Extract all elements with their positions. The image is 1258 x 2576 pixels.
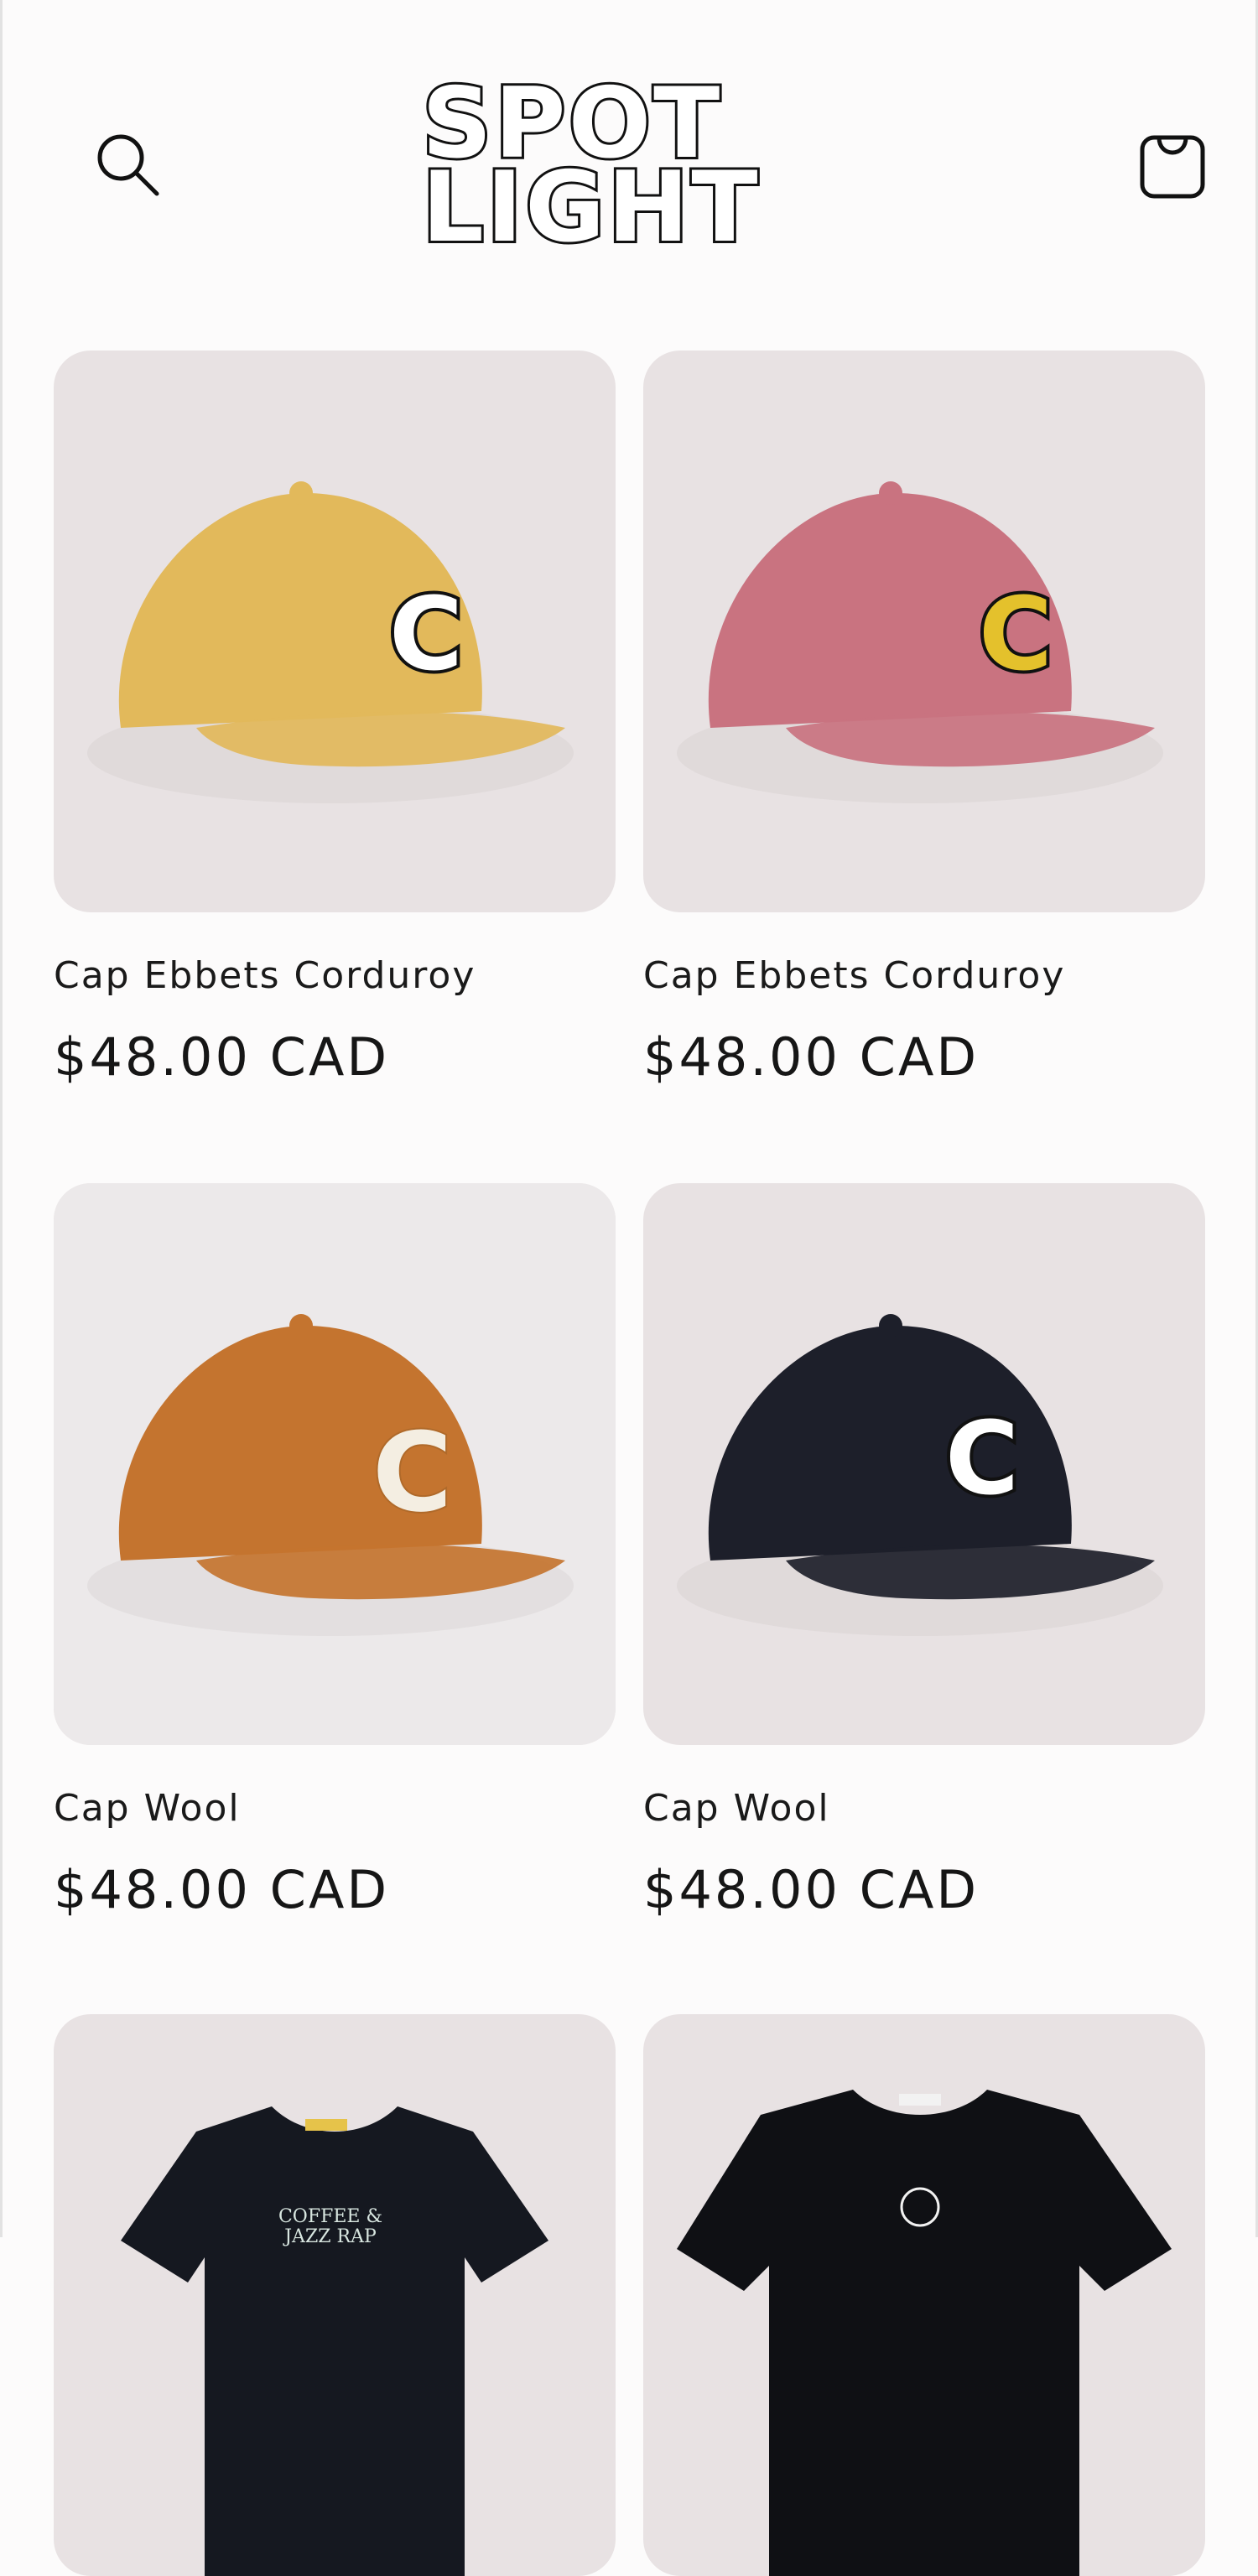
product-card[interactable]: COFFEE & JAZZ RAP (54, 2014, 616, 2576)
product-card[interactable]: C Cap Wool $48.00 CAD (54, 1183, 616, 1916)
product-card[interactable]: C Cap Ebbets Corduroy $48.00 CAD (54, 351, 616, 1083)
product-image[interactable]: C (54, 351, 616, 912)
product-card[interactable] (643, 2014, 1205, 2576)
product-card[interactable]: C Cap Ebbets Corduroy $48.00 CAD (643, 351, 1205, 1083)
svg-text:C: C (945, 1401, 1019, 1518)
product-title[interactable]: Cap Wool (54, 1788, 616, 1829)
product-image[interactable]: C (643, 1183, 1205, 1745)
product-price: $48.00 CAD (643, 1859, 980, 1921)
cart-button[interactable] (1131, 124, 1214, 208)
product-price: $48.00 CAD (54, 1026, 390, 1088)
search-button[interactable] (87, 124, 171, 208)
product-title[interactable]: Cap Ebbets Corduroy (54, 955, 616, 996)
svg-text:C: C (389, 577, 463, 693)
svg-text:COFFEE &: COFFEE & (278, 2206, 382, 2227)
product-image[interactable] (643, 2014, 1205, 2576)
product-price: $48.00 CAD (54, 1859, 390, 1921)
product-image[interactable]: C (54, 1183, 616, 1745)
product-image[interactable]: COFFEE & JAZZ RAP (54, 2014, 616, 2576)
page-edge-left (0, 0, 3, 2237)
shopping-bag-icon (1140, 135, 1205, 199)
search-icon (97, 134, 159, 196)
logo-line-2: LIGHT (419, 151, 761, 264)
product-price: $48.00 CAD (643, 1026, 980, 1088)
svg-text:C: C (979, 577, 1053, 693)
product-title[interactable]: Cap Ebbets Corduroy (643, 955, 1205, 996)
svg-text:C: C (372, 1409, 452, 1536)
product-title[interactable]: Cap Wool (643, 1788, 1205, 1829)
store-logo[interactable]: SPOT LIGHT (419, 73, 841, 264)
product-card[interactable]: C Cap Wool $48.00 CAD (643, 1183, 1205, 1916)
product-image[interactable]: C (643, 351, 1205, 912)
